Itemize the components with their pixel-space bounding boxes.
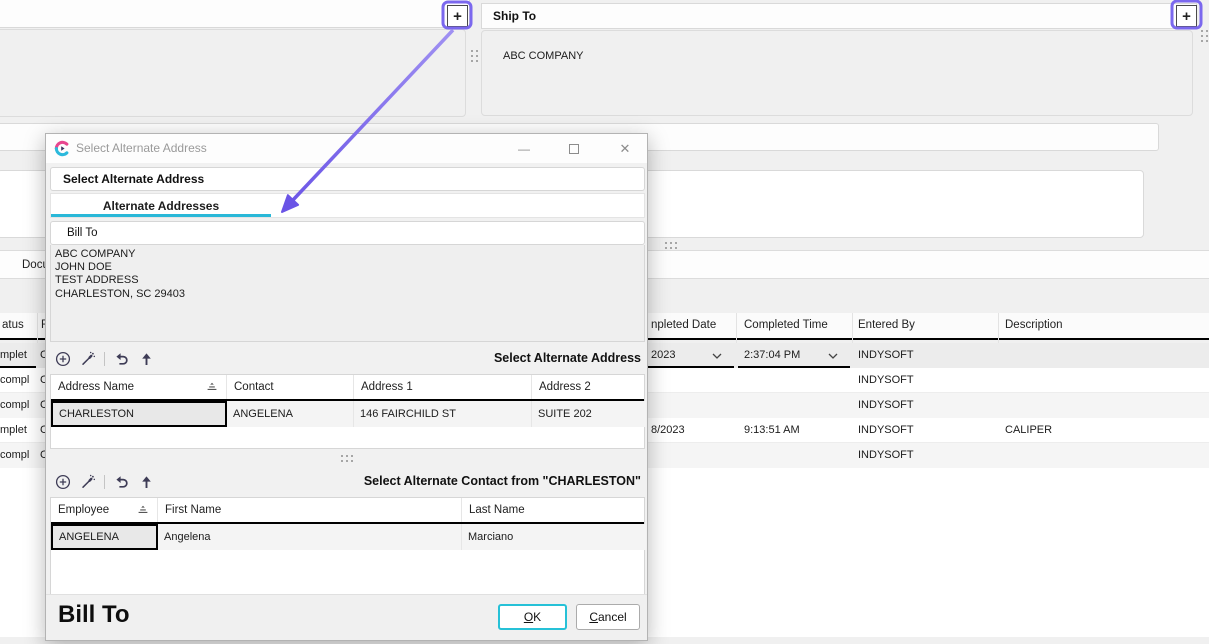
contact-header[interactable]: Contact <box>227 375 354 399</box>
contact-section-label: Select Alternate Contact from "CHARLESTO… <box>364 474 641 488</box>
close-button[interactable]: ✕ <box>608 134 642 163</box>
group-caption: Select Alternate Address <box>63 168 204 190</box>
maximize-button[interactable] <box>557 134 591 163</box>
horizontal-splitter-grip[interactable] <box>665 242 677 249</box>
contact-cell[interactable]: ANGELENA <box>227 401 354 427</box>
address-toolbar <box>54 347 155 371</box>
addresses-grid-header: Address Name Contact Address 1 Address 2 <box>51 375 644 401</box>
left-panel-body <box>0 29 466 117</box>
left-panel-add-button[interactable]: + <box>447 5 468 27</box>
status-cell[interactable]: compl <box>0 393 36 418</box>
tab-alternate-addresses[interactable]: Alternate Addresses <box>51 194 271 217</box>
dialog-title: Select Alternate Address <box>76 134 207 163</box>
sort-ascending-icon <box>137 505 149 515</box>
completed-date-cell[interactable]: 8/2023 <box>651 418 731 443</box>
dialog-splitter-grip[interactable] <box>341 455 353 462</box>
entered-by-cell[interactable]: INDYSOFT <box>858 368 978 393</box>
group-caption-box: Select Alternate Address <box>50 167 645 191</box>
active-tab-indicator <box>51 214 271 217</box>
status-cell[interactable]: compl <box>0 443 36 468</box>
dialog-titlebar[interactable]: Select Alternate Address — ✕ <box>46 134 647 163</box>
toolbar-separator <box>104 475 105 489</box>
undo-icon[interactable] <box>112 473 130 491</box>
ship-to-add-button[interactable]: + <box>1176 5 1197 27</box>
bill-to-header-box: Bill To <box>50 221 645 245</box>
description-header[interactable]: Description <box>1005 313 1165 338</box>
ship-to-title: Ship To <box>493 9 536 23</box>
address2-header[interactable]: Address 2 <box>532 375 646 399</box>
right-edge-grip[interactable] <box>1201 30 1208 42</box>
bill-to-address-block: ABC COMPANY JOHN DOE TEST ADDRESS CHARLE… <box>50 245 645 342</box>
chevron-down-icon[interactable] <box>828 353 838 359</box>
completed-time-cell[interactable]: 9:13:51 AM <box>744 418 844 443</box>
tab-strip: Alternate Addresses <box>50 193 645 218</box>
bill-to-header: Bill To <box>67 222 97 244</box>
add-icon[interactable] <box>54 473 72 491</box>
first-name-cell[interactable]: Angelena <box>158 524 462 550</box>
toolbar-separator <box>104 352 105 366</box>
add-icon[interactable] <box>54 350 72 368</box>
last-name-cell[interactable]: Marciano <box>462 524 646 550</box>
address2-cell[interactable]: SUITE 202 <box>532 401 646 427</box>
ship-to-content: ABC COMPANY <box>503 50 583 62</box>
chevron-down-icon[interactable] <box>712 353 722 359</box>
app-logo-icon <box>54 140 71 157</box>
left-panel-header: + <box>0 0 470 28</box>
up-arrow-icon[interactable] <box>137 350 155 368</box>
minimize-button[interactable]: — <box>507 134 541 163</box>
address-line: ABC COMPANY <box>51 248 644 261</box>
last-name-header[interactable]: Last Name <box>462 498 646 522</box>
vertical-splitter-grip[interactable] <box>471 50 478 62</box>
address-name-header[interactable]: Address Name <box>51 375 227 399</box>
address-section-label: Select Alternate Address <box>494 351 641 365</box>
up-arrow-icon[interactable] <box>137 473 155 491</box>
ok-button[interactable]: OK <box>498 604 567 630</box>
sort-ascending-icon <box>206 382 218 392</box>
dialog-footer: Bill To OK Cancel <box>46 594 647 640</box>
contact-row[interactable]: ANGELENA Angelena Marciano <box>51 524 644 550</box>
completed-date-header[interactable]: npleted Date <box>651 313 731 338</box>
addresses-grid: Address Name Contact Address 1 Address 2… <box>50 374 645 449</box>
ship-to-panel-body: ABC COMPANY <box>481 30 1193 116</box>
address1-cell[interactable]: 146 FAIRCHILD ST <box>354 401 532 427</box>
address-line: CHARLESTON, SC 29403 <box>51 288 644 301</box>
footer-caption: Bill To <box>58 601 130 629</box>
completed-time-header[interactable]: Completed Time <box>744 313 844 338</box>
address-line: JOHN DOE <box>51 261 644 274</box>
employee-header[interactable]: Employee <box>51 498 158 522</box>
description-cell[interactable] <box>1005 343 1195 368</box>
tab-label: Alternate Addresses <box>103 199 219 213</box>
contacts-grid: Employee First Name Last Name ANGELENA A… <box>50 497 645 596</box>
employee-cell[interactable]: ANGELENA <box>51 524 158 550</box>
screen: + Ship To + ABC COMPANY Docur atus F npl… <box>0 0 1209 644</box>
address-row[interactable]: CHARLESTON ANGELENA 146 FAIRCHILD ST SUI… <box>51 401 644 427</box>
address-line: TEST ADDRESS <box>51 274 644 287</box>
entered-by-cell[interactable]: INDYSOFT <box>858 393 978 418</box>
contacts-grid-header: Employee First Name Last Name <box>51 498 644 524</box>
entered-by-cell[interactable]: INDYSOFT <box>858 418 978 443</box>
status-cell[interactable]: mplet <box>0 418 36 443</box>
completed-date-cell[interactable]: 2023 <box>651 343 709 368</box>
address-name-cell[interactable]: CHARLESTON <box>51 401 227 427</box>
entered-by-header[interactable]: Entered By <box>858 313 978 338</box>
first-name-header[interactable]: First Name <box>158 498 462 522</box>
wand-icon[interactable] <box>79 473 97 491</box>
completed-time-cell[interactable]: 2:37:04 PM <box>744 343 824 368</box>
select-alternate-address-dialog: Select Alternate Address — ✕ Select Alte… <box>45 133 648 641</box>
status-column-header[interactable]: atus <box>2 313 35 338</box>
cancel-button[interactable]: Cancel <box>576 604 640 630</box>
description-cell[interactable]: CALIPER <box>1005 418 1195 443</box>
entered-by-cell[interactable]: INDYSOFT <box>858 443 978 468</box>
status-cell[interactable]: compl <box>0 368 36 393</box>
entered-by-cell[interactable]: INDYSOFT <box>858 343 978 368</box>
undo-icon[interactable] <box>112 350 130 368</box>
wand-icon[interactable] <box>79 350 97 368</box>
status-cell[interactable]: mplet <box>0 343 36 368</box>
address1-header[interactable]: Address 1 <box>354 375 532 399</box>
contact-toolbar <box>54 470 155 494</box>
ship-to-panel-header: Ship To + <box>481 3 1197 29</box>
